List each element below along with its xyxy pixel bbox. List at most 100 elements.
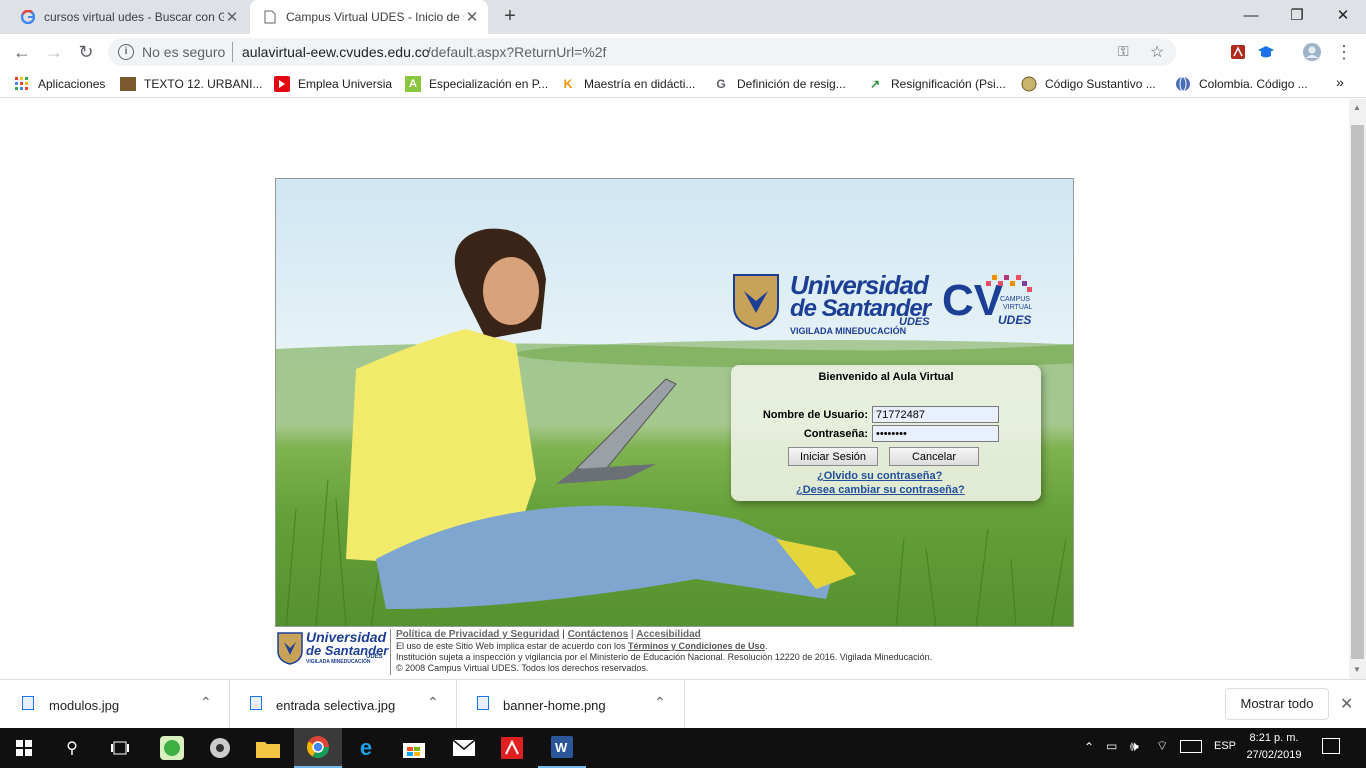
menu-kebab-icon[interactable]: ⋮ <box>1330 38 1358 66</box>
search-icon[interactable]: ⚲ <box>48 728 96 768</box>
tray-chevron-up-icon[interactable]: ⌃ <box>1084 740 1094 754</box>
more-bookmarks-chevron-icon[interactable]: » <box>1336 74 1344 90</box>
bookmark-texto-12[interactable]: TEXTO 12. URBANI... <box>120 76 262 92</box>
key-icon[interactable]: ⚿ <box>1118 43 1129 60</box>
scrollbar-thumb[interactable] <box>1351 125 1364 659</box>
battery-icon[interactable]: ▭ <box>1106 739 1117 753</box>
bookmark-resignificacion[interactable]: ↗ Resignificación (Psi... <box>867 76 1006 92</box>
forgot-password-link[interactable]: ¿Olvido su contraseña? <box>817 470 942 482</box>
change-password-link[interactable]: ¿Desea cambiar su contraseña? <box>796 484 965 496</box>
bookmark-colombia-codigo[interactable]: Colombia. Código ... <box>1175 76 1308 92</box>
bookmark-label: Resignificación (Psi... <box>891 77 1006 91</box>
word-icon[interactable]: W <box>538 728 586 768</box>
bookmark-label: Colombia. Código ... <box>1199 77 1308 91</box>
notifications-icon[interactable] <box>1322 738 1340 754</box>
browser-tab-strip: cursos virtual udes - Buscar con G ✕ Cam… <box>0 0 1366 34</box>
accessibility-link[interactable]: Accesibilidad <box>636 629 700 640</box>
apps-grid-icon <box>14 76 30 92</box>
url-host: aulavirtual-eew.cvudes.edu.co <box>242 44 430 60</box>
scroll-down-arrow-icon[interactable]: ▼ <box>1353 665 1361 674</box>
image-file-icon <box>22 696 34 710</box>
graduation-cap-extension-icon[interactable] <box>1252 38 1280 66</box>
minimize-button[interactable]: — <box>1228 0 1274 30</box>
wk-icon: K <box>563 77 573 91</box>
download-item[interactable]: entrada selectiva.jpg ⌃ <box>230 680 457 729</box>
seal-icon <box>1021 76 1037 92</box>
terms-link[interactable]: Términos y Condiciones de Uso <box>628 641 765 651</box>
contact-link[interactable]: Contáctenos <box>568 629 629 640</box>
app-green-icon[interactable] <box>148 728 196 768</box>
download-filename: entrada selectiva.jpg <box>276 698 396 713</box>
download-filename: banner-home.png <box>503 698 606 713</box>
vertical-scrollbar[interactable]: ▲ ▼ <box>1349 99 1366 679</box>
clock-time[interactable]: 8:21 p. m. <box>1246 732 1302 744</box>
url-path: /default.aspx?ReturnUrl=%2f <box>427 44 607 60</box>
store-icon[interactable] <box>390 728 438 768</box>
bookmark-label: TEXTO 12. URBANI... <box>144 77 263 91</box>
cancel-button[interactable]: Cancelar <box>889 447 979 466</box>
file-explorer-icon[interactable] <box>244 728 292 768</box>
profile-avatar-icon[interactable] <box>1298 38 1326 66</box>
chrome-icon[interactable] <box>294 728 342 768</box>
bookmark-definicion[interactable]: G Definición de resig... <box>713 76 845 92</box>
acrobat-icon[interactable] <box>488 728 536 768</box>
google-translate-icon: G <box>716 77 726 91</box>
bookmark-maestria[interactable]: K Maestría en didácti... <box>560 76 696 92</box>
close-window-button[interactable]: ✕ <box>1320 0 1366 30</box>
bookmark-codigo-sustantivo[interactable]: Código Sustantivo ... <box>1021 76 1156 92</box>
book-icon <box>120 76 136 92</box>
task-view-icon[interactable] <box>96 728 144 768</box>
chevron-up-icon[interactable]: ⌃ <box>654 694 666 711</box>
video-editor-icon[interactable] <box>196 728 244 768</box>
windows-start-icon[interactable] <box>0 728 48 768</box>
forward-button[interactable]: → <box>40 38 68 66</box>
download-item[interactable]: modulos.jpg ⌃ <box>0 680 230 729</box>
keyboard-icon[interactable] <box>1180 740 1202 753</box>
mail-icon[interactable] <box>440 728 488 768</box>
tab-campus-virtual[interactable]: Campus Virtual UDES - Inicio de s ✕ <box>250 0 488 34</box>
star-bookmark-icon[interactable]: ☆ <box>1150 42 1164 62</box>
show-all-button[interactable]: Mostrar todo <box>1225 688 1329 720</box>
page-content: Universidad de Santander UDES VIGILADA M… <box>0 99 1349 679</box>
close-downloads-icon[interactable]: ✕ <box>1340 694 1353 714</box>
download-item[interactable]: banner-home.png ⌃ <box>457 680 685 729</box>
bookmark-especializacion[interactable]: A Especialización en P... <box>405 76 548 92</box>
close-tab-icon[interactable]: ✕ <box>224 8 240 26</box>
username-input[interactable] <box>872 406 999 423</box>
username-label: Nombre de Usuario: <box>762 409 868 421</box>
udes-shield-icon <box>733 274 779 331</box>
universia-icon <box>274 76 290 92</box>
login-panel: Bienvenido al Aula Virtual Nombre de Usu… <box>731 365 1041 501</box>
footer-links: Política de Privacidad y Seguridad | Con… <box>396 629 701 640</box>
bookmark-apps[interactable]: Aplicaciones <box>14 76 105 92</box>
new-tab-button[interactable]: + <box>498 5 522 29</box>
close-tab-icon[interactable]: ✕ <box>464 8 480 26</box>
bookmark-emplea-universia[interactable]: Emplea Universia <box>274 76 392 92</box>
login-button[interactable]: Iniciar Sesión <box>788 447 878 466</box>
address-bar[interactable]: i No es seguro aulavirtual-eew.cvudes.ed… <box>108 38 1176 66</box>
welcome-title: Bienvenido al Aula Virtual <box>818 371 954 383</box>
back-button[interactable]: ← <box>8 38 36 66</box>
wifi-icon[interactable]: ⌔ <box>1156 738 1168 754</box>
chevron-up-icon[interactable]: ⌃ <box>427 694 439 711</box>
footer-divider <box>390 629 391 675</box>
language-indicator[interactable]: ESP <box>1214 740 1236 752</box>
acrobat-extension-icon[interactable] <box>1224 38 1252 66</box>
footer-separator: | <box>562 629 565 640</box>
info-icon[interactable]: i <box>118 44 134 60</box>
scroll-up-arrow-icon[interactable]: ▲ <box>1353 103 1361 112</box>
cv-mosaic-icon <box>986 275 1032 292</box>
tab-google-search[interactable]: cursos virtual udes - Buscar con G ✕ <box>8 0 248 34</box>
clock-date[interactable]: 27/02/2019 <box>1246 749 1302 761</box>
bookmark-label: Emplea Universia <box>298 77 393 91</box>
password-input[interactable] <box>872 425 999 442</box>
edge-icon[interactable]: e <box>342 728 390 768</box>
volume-icon[interactable]: 🕪 <box>1130 738 1139 755</box>
reload-button[interactable]: ↻ <box>72 38 100 66</box>
maximize-button[interactable]: ❐ <box>1274 0 1320 30</box>
hero-banner: Universidad de Santander UDES VIGILADA M… <box>275 178 1074 627</box>
chevron-up-icon[interactable]: ⌃ <box>200 694 212 711</box>
privacy-link[interactable]: Política de Privacidad y Seguridad <box>396 629 559 640</box>
omnibox-divider <box>232 42 233 62</box>
page-footer: Universidad de Santander UDES VIGILADA M… <box>275 629 1075 677</box>
